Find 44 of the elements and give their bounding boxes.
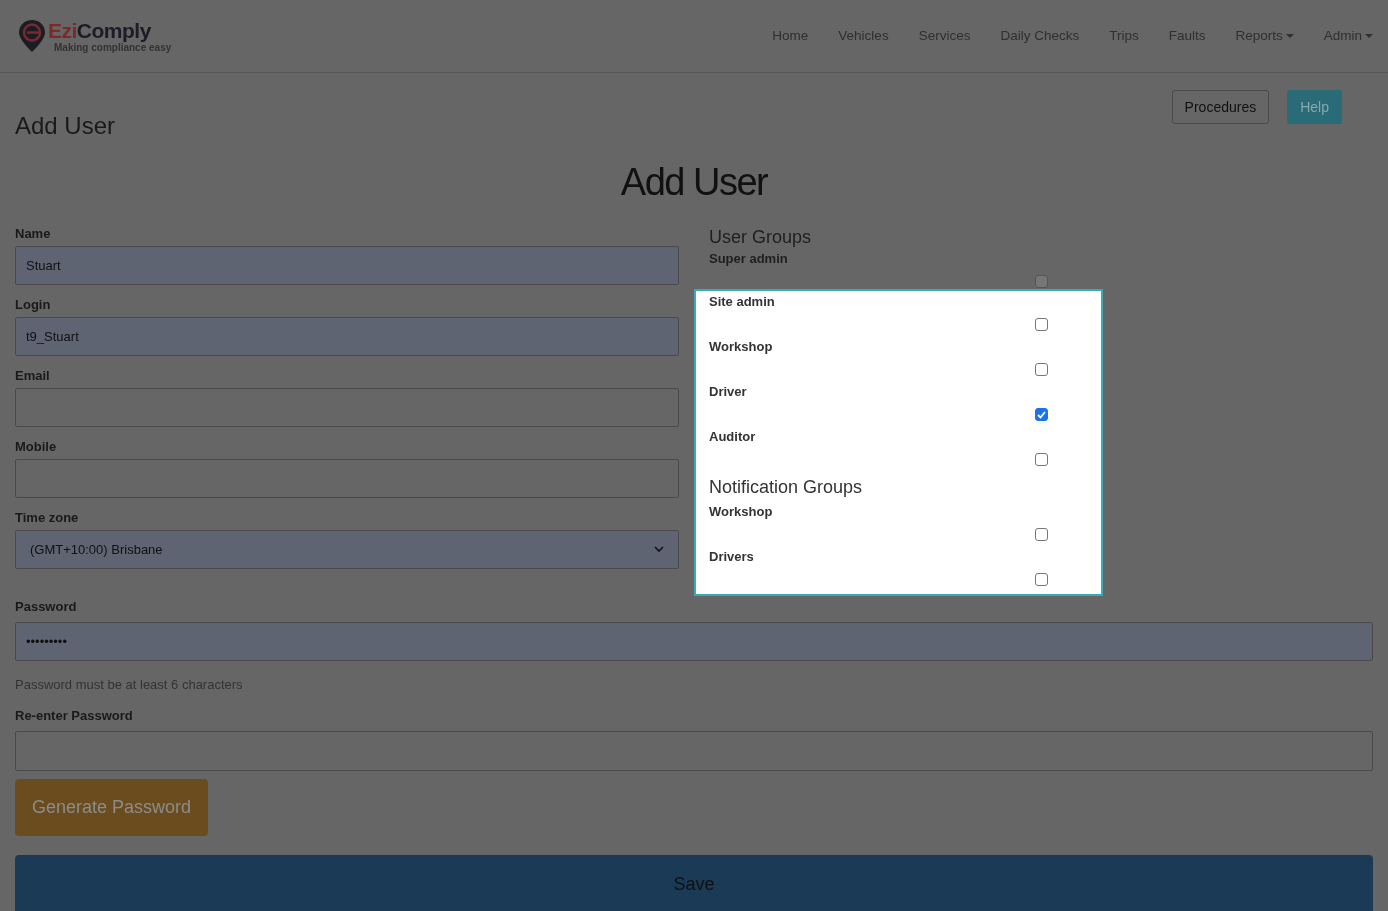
group-label: Site admin (709, 293, 775, 312)
group-label: Workshop (709, 338, 773, 357)
group-label: Super admin (709, 250, 788, 269)
checkbox[interactable] (1035, 318, 1048, 331)
input-field[interactable] (15, 459, 679, 498)
field-label: Time zone (15, 509, 80, 527)
logo-pin-icon (18, 19, 46, 53)
checkbox[interactable] (1035, 408, 1048, 421)
procedures-button[interactable]: Procedures (1171, 90, 1270, 124)
checkbox[interactable] (1035, 363, 1048, 376)
field-label: Login (15, 296, 52, 314)
field-label: Mobile (15, 438, 58, 456)
input-field[interactable]: t9_Stuart (15, 317, 679, 356)
checkbox[interactable] (1035, 275, 1048, 288)
section-heading: User Groups (709, 225, 812, 249)
input-field[interactable] (15, 388, 679, 427)
checkbox[interactable] (1035, 453, 1048, 466)
field-label: Name (15, 225, 52, 243)
group-label: Driver (709, 383, 747, 402)
nav-link[interactable]: Trips (1109, 25, 1139, 47)
form-title: Add User (620, 160, 768, 205)
nav-link[interactable]: Vehicles (838, 25, 889, 47)
field-label: Email (15, 367, 51, 385)
save-button[interactable]: Save (15, 855, 1373, 911)
field-label: Re-enter Password (15, 706, 134, 725)
checkbox[interactable] (1035, 573, 1048, 586)
timezone-select[interactable]: (GMT+10:00) Brisbane (15, 530, 679, 569)
help-button[interactable]: Help (1287, 90, 1342, 124)
check-icon (1037, 410, 1046, 419)
input-field[interactable]: Stuart (15, 246, 679, 285)
password-field[interactable]: ••••••••• (15, 622, 1373, 661)
group-label: Workshop (709, 503, 773, 522)
caret-icon (1365, 33, 1373, 39)
group-label: Auditor (709, 428, 756, 447)
group-label: Drivers (709, 548, 754, 567)
chevron-down-icon (654, 546, 664, 553)
page-title: Add User (15, 111, 116, 141)
field-label: Password (15, 598, 78, 616)
caret-icon (1285, 33, 1294, 39)
nav-link[interactable]: Faults (1168, 25, 1206, 47)
section-heading: Notification Groups (709, 475, 863, 499)
generate-password-button[interactable]: Generate Password (15, 779, 208, 836)
input-field[interactable] (15, 731, 1373, 771)
checkbox[interactable] (1035, 528, 1048, 541)
